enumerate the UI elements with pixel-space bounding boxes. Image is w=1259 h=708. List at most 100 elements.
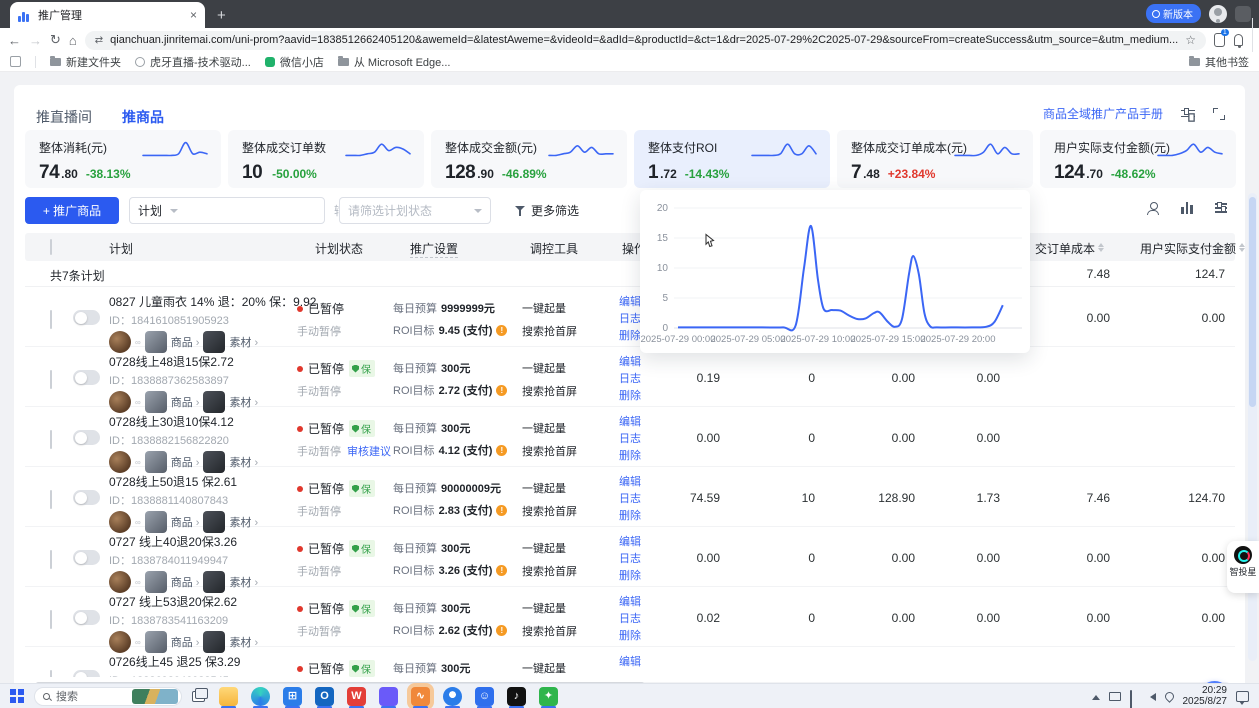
bookmark-folder[interactable]: 新建文件夹 (50, 54, 121, 70)
plan-title[interactable]: 0728线上30退10保4.12 (109, 413, 299, 430)
side-panel-icon[interactable] (10, 56, 21, 67)
tool-item[interactable]: 一键起量 (522, 300, 577, 316)
notifications-bell-icon[interactable] (1234, 34, 1243, 46)
col-settings[interactable]: 推广设置 (410, 240, 458, 258)
taskbar-clock[interactable]: 20:29 2025/8/27 (1183, 685, 1228, 707)
action-link[interactable]: 删除 (619, 449, 641, 464)
search-type-select[interactable]: 计划 (129, 197, 325, 224)
action-link[interactable]: 日志 (619, 552, 641, 567)
row-checkbox[interactable] (50, 550, 52, 569)
taskbar-app-wps[interactable]: W (347, 687, 366, 706)
notification-center-icon[interactable] (1236, 691, 1249, 702)
taskbar-app-store[interactable]: ⊞ (283, 687, 302, 706)
tool-item[interactable]: 搜索抢首屏 (522, 503, 577, 519)
columns-chart-icon[interactable] (1181, 202, 1193, 214)
warning-icon[interactable]: ! (496, 385, 507, 396)
table-settings-icon[interactable] (1215, 202, 1227, 214)
volume-icon[interactable] (1150, 693, 1156, 701)
col-cost-per-order[interactable]: 交订单成本 (1035, 240, 1104, 257)
monitor-icon[interactable] (1109, 692, 1121, 701)
url-bar[interactable]: ⇄ qianchuan.jinritemai.com/uni-prom?aavi… (85, 31, 1206, 50)
action-link[interactable]: 编辑 (619, 295, 641, 310)
plan-title[interactable]: 0728线上50退15 保2.61 (109, 473, 299, 490)
action-link[interactable]: 日志 (619, 492, 641, 507)
tool-item[interactable]: 一键起量 (522, 540, 577, 556)
plan-toggle[interactable] (73, 610, 100, 625)
row-checkbox[interactable] (50, 370, 52, 389)
adjust-settings-icon[interactable] (1181, 108, 1195, 120)
action-link[interactable]: 编辑 (619, 475, 641, 490)
task-view-icon[interactable] (192, 691, 205, 702)
promote-product-button[interactable]: + 推广商品 (25, 197, 119, 224)
row-checkbox[interactable] (50, 310, 52, 329)
plan-toggle[interactable] (73, 550, 100, 565)
reload-icon[interactable]: ↻ (50, 32, 61, 48)
metric-card[interactable]: 整体成交订单数 10 -50.00% (228, 130, 424, 188)
zhitouxing-floating-widget[interactable]: 智投星 (1227, 541, 1259, 593)
plan-toggle[interactable] (73, 430, 100, 445)
warning-icon[interactable]: ! (496, 565, 507, 576)
tool-item[interactable]: 搜索抢首屏 (522, 563, 577, 579)
tool-item[interactable]: 一键起量 (522, 420, 577, 436)
bookmark-star-icon[interactable]: ☆ (1185, 33, 1196, 47)
new-version-badge[interactable]: 新版本 (1146, 4, 1201, 23)
action-link[interactable]: 日志 (619, 432, 641, 447)
tool-item[interactable]: 一键起量 (522, 480, 577, 496)
warning-icon[interactable]: ! (496, 625, 507, 636)
metric-card[interactable]: 用户实际支付金额(元) 124 .70 -48.62% (1040, 130, 1236, 188)
fullscreen-icon[interactable] (1213, 108, 1225, 120)
tool-item[interactable]: 搜索抢首屏 (522, 623, 577, 639)
network-icon[interactable] (1163, 690, 1176, 703)
browser-tab[interactable]: 推广管理 × (10, 2, 205, 28)
plan-toggle[interactable] (73, 490, 100, 505)
taskbar-app-file-explorer[interactable] (219, 687, 238, 706)
action-link[interactable]: 编辑 (619, 535, 641, 550)
plan-toggle[interactable] (73, 370, 100, 385)
taskbar-app-douyin[interactable]: ♪ (507, 687, 526, 706)
action-link[interactable]: 删除 (619, 329, 641, 344)
action-link[interactable]: 删除 (619, 569, 641, 584)
bookmark-item[interactable]: 虎牙直播-技术驱动... (135, 54, 251, 70)
col-user-pay[interactable]: 用户实际支付金额 (1140, 240, 1245, 257)
row-checkbox[interactable] (50, 490, 52, 509)
taskbar-app-wechat-store[interactable]: ✦ (539, 687, 558, 706)
warning-icon[interactable]: ! (496, 505, 507, 516)
taskbar-app-outlook[interactable]: O (315, 687, 334, 706)
taskbar-search[interactable]: 搜索 (34, 687, 182, 706)
sort-icon[interactable] (1239, 243, 1245, 253)
plan-title[interactable]: 0827 儿童雨衣 14% 退：20% 保：9.92 (109, 293, 299, 310)
other-bookmarks[interactable]: 其他书签 (1189, 54, 1249, 70)
site-info-icon[interactable]: ⇄ (95, 35, 103, 46)
metric-card[interactable]: 整体消耗(元) 74 .80 -38.13% (25, 130, 221, 188)
action-link[interactable]: 编辑 (619, 655, 641, 670)
forward-icon[interactable]: → (29, 33, 42, 48)
taskbar-app-app-blue-circle[interactable] (443, 687, 462, 706)
tool-item[interactable]: 一键起量 (522, 660, 566, 676)
review-suggestion-link[interactable]: 审核建议 (347, 443, 391, 459)
taskbar-app-edge[interactable] (251, 687, 270, 706)
more-filters-button[interactable]: 更多筛选 (505, 197, 589, 224)
audience-icon[interactable] (1147, 202, 1159, 214)
tool-item[interactable]: 搜索抢首屏 (522, 443, 577, 459)
action-link[interactable]: 删除 (619, 389, 641, 404)
tab-live-room[interactable]: 推直播间 (36, 107, 92, 127)
col-status[interactable]: 计划状态 (315, 240, 363, 257)
taskbar-app-app-blue[interactable]: ☺ (475, 687, 494, 706)
plan-title[interactable]: 0726线上45 退25 保3.29 (109, 653, 299, 670)
new-tab-button[interactable]: + (217, 7, 226, 24)
tab-close-icon[interactable]: × (190, 8, 197, 22)
action-link[interactable]: 编辑 (619, 415, 641, 430)
tab-products[interactable]: 推商品 (122, 107, 164, 127)
url-text[interactable]: qianchuan.jinritemai.com/uni-prom?aavid=… (110, 34, 1178, 46)
start-button[interactable] (10, 689, 24, 703)
col-tools[interactable]: 调控工具 (530, 240, 578, 257)
bookmark-folder[interactable]: 从 Microsoft Edge... (338, 54, 451, 70)
plan-title[interactable]: 0727 线上53退20保2.62 (109, 593, 299, 610)
mic-icon[interactable] (1130, 690, 1132, 708)
plan-title[interactable]: 0728线上48退15保2.72 (109, 353, 299, 370)
action-link[interactable]: 日志 (619, 372, 641, 387)
taskbar-app-qianchuan-active[interactable]: ∿ (411, 687, 430, 706)
tool-item[interactable]: 搜索抢首屏 (522, 323, 577, 339)
action-link[interactable]: 删除 (619, 629, 641, 644)
back-icon[interactable]: ← (8, 33, 21, 48)
